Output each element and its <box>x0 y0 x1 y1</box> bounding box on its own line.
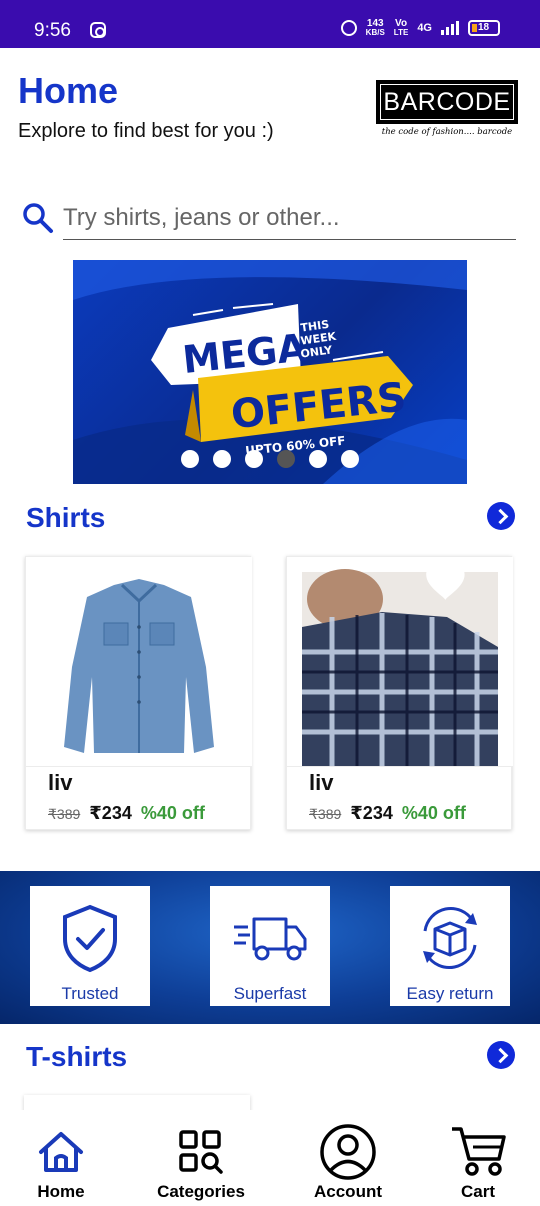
instagram-icon <box>90 22 106 38</box>
barcode-logo[interactable]: BARCODE the code of fashion.... barcode <box>376 80 518 138</box>
network-type: 4G <box>417 22 432 34</box>
search-bar[interactable] <box>20 196 516 240</box>
signal-icon <box>441 21 459 35</box>
categories-icon <box>136 1122 266 1182</box>
delivery-truck-icon <box>210 894 330 982</box>
nav-item-cart[interactable]: Cart <box>413 1110 540 1206</box>
feature-label: Easy return <box>406 984 494 1003</box>
product-mrp: ₹389 <box>48 806 81 822</box>
page-subtitle: Explore to find best for you :) <box>18 120 274 142</box>
product-brand: liv <box>309 770 334 795</box>
feature-trusted[interactable]: Trusted <box>30 886 150 1006</box>
logo-text: BARCODE <box>380 84 514 120</box>
product-image[interactable] <box>26 557 252 767</box>
carousel-dot[interactable] <box>181 450 199 468</box>
volte-bottom: LTE <box>393 28 409 37</box>
nav-item-categories[interactable]: Categories <box>136 1110 266 1206</box>
nav-label: Categories <box>157 1182 245 1201</box>
feature-label: Superfast <box>233 984 307 1003</box>
logo-tagline: the code of fashion.... barcode <box>381 127 513 137</box>
product-card[interactable]: liv ₹389 ₹234 %40 off <box>286 556 513 830</box>
product-image[interactable] <box>287 557 513 767</box>
product-prices: ₹389 ₹234 %40 off <box>48 803 205 824</box>
product-discount: %40 off <box>140 803 205 823</box>
nav-item-home[interactable]: Home <box>0 1110 126 1206</box>
status-icons: 143 KB/S Vo LTE 4G 18 <box>340 19 500 38</box>
bottom-navigation: Home Categories Account Cart <box>0 1110 540 1206</box>
feature-label: Trusted <box>61 984 119 1003</box>
carousel-dot[interactable] <box>245 450 263 468</box>
battery-icon: 18 <box>468 20 500 36</box>
carousel-dot[interactable] <box>213 450 231 468</box>
nav-item-account[interactable]: Account <box>283 1110 413 1206</box>
plaid-shirt-image <box>287 557 513 766</box>
return-box-icon <box>390 894 510 982</box>
product-discount: %40 off <box>401 803 466 823</box>
product-mrp: ₹389 <box>309 806 342 822</box>
section-title-tshirts: T-shirts <box>26 1041 128 1072</box>
page-title: Home <box>18 70 119 111</box>
nav-label: Account <box>314 1182 382 1201</box>
tshirts-see-all-arrow-icon[interactable] <box>487 1041 515 1069</box>
shirts-see-all-arrow-icon[interactable] <box>487 502 515 530</box>
nav-label: Home <box>37 1182 85 1201</box>
status-bar: 9:56 143 KB/S Vo LTE 4G 18 <box>0 0 540 48</box>
search-icon[interactable] <box>22 202 54 239</box>
product-brand: liv <box>48 770 73 795</box>
carousel-dots <box>73 450 467 468</box>
product-price: ₹234 <box>89 803 132 823</box>
cart-icon <box>413 1122 540 1182</box>
volte-indicator: Vo LTE <box>393 19 409 38</box>
section-title-shirts: Shirts <box>26 502 106 533</box>
search-input[interactable] <box>63 196 516 240</box>
net-speed: 143 KB/S <box>365 19 385 38</box>
carousel-dot[interactable] <box>341 450 359 468</box>
battery-level: 18 <box>478 22 490 33</box>
status-time: 9:56 <box>34 20 71 41</box>
denim-shirt-image <box>26 557 252 766</box>
product-card[interactable]: liv ₹389 ₹234 %40 off <box>25 556 252 830</box>
account-icon <box>283 1122 413 1182</box>
net-speed-unit: KB/S <box>365 28 385 37</box>
carousel-dot[interactable] <box>309 450 327 468</box>
home-icon <box>0 1122 126 1182</box>
product-prices: ₹389 ₹234 %40 off <box>309 803 466 824</box>
shield-check-icon <box>30 894 150 982</box>
promo-banner-carousel[interactable]: MEGA OFFERS THIS WEEK ONLY UPTO 60% OFF <box>73 260 467 484</box>
features-strip: Trusted Superfast Easy return <box>0 871 540 1024</box>
carousel-dot-active[interactable] <box>277 450 295 468</box>
feature-superfast[interactable]: Superfast <box>210 886 330 1006</box>
nav-label: Cart <box>460 1182 495 1201</box>
alarm-icon <box>340 20 357 36</box>
product-price: ₹234 <box>350 803 393 823</box>
feature-easy-return[interactable]: Easy return <box>390 886 510 1006</box>
